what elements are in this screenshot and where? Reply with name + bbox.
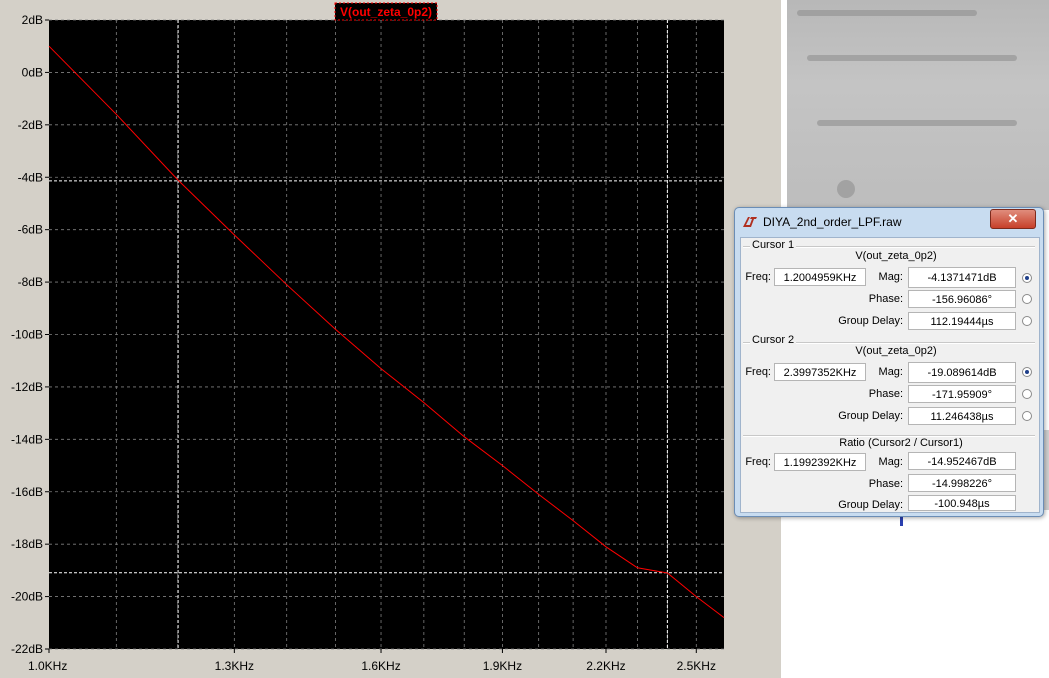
cursor2-trace-name: V(out_zeta_0p2) <box>855 345 937 357</box>
ratio-freq-label: Freq: <box>745 456 771 468</box>
y-tick-label: -2dB <box>18 118 43 132</box>
y-tick-label: -6dB <box>18 223 43 237</box>
dialog-title: DIYA_2nd_order_LPF.raw <box>763 215 902 229</box>
ratio-gd-label: Group Delay: <box>838 499 903 511</box>
cursor1-mag-label: Mag: <box>878 271 903 283</box>
x-tick-label: 1.3KHz <box>215 659 254 673</box>
cursor2-gd-radio[interactable] <box>1022 411 1032 421</box>
background-photo <box>787 0 1049 210</box>
trace-label[interactable]: V(out_zeta_0p2) <box>340 5 432 19</box>
cursor1-gd-field[interactable]: 112.19444µs <box>908 312 1016 330</box>
ratio-title: Ratio (Cursor2 / Cursor1) <box>839 437 963 449</box>
cursor2-mag-field[interactable]: -19.089614dB <box>908 362 1016 383</box>
cursor1-phase-field[interactable]: -156.96086° <box>908 290 1016 308</box>
y-tick-label: 2dB <box>22 13 43 27</box>
cursor1-phase-label: Phase: <box>868 293 903 305</box>
ratio-freq-field[interactable]: 1.1992392KHz <box>774 453 866 471</box>
ratio-phase-label: Phase: <box>868 478 903 490</box>
cursor2-gd-field[interactable]: 11.246438µs <box>908 407 1016 425</box>
y-axis-ticks: 2dB 0dB -2dB -4dB -6dB -8dB -10dB -12dB -14dB -16… <box>11 13 49 656</box>
cursor2-freq-label: Freq: <box>745 366 771 378</box>
cursor-dialog: DIYA_2nd_order_LPF.raw ✕ Cursor 1 V(out_… <box>734 207 1044 517</box>
cursor1-trace-name: V(out_zeta_0p2) <box>855 250 937 262</box>
y-tick-label: 0dB <box>22 65 43 79</box>
y-tick-label: -4dB <box>18 170 43 184</box>
cursor2-title: Cursor 2 <box>750 334 797 346</box>
cursor1-gd-radio[interactable] <box>1022 316 1032 326</box>
cursor1-gd-label: Group Delay: <box>838 315 903 327</box>
x-tick-label: 1.6KHz <box>361 659 400 673</box>
dialog-titlebar[interactable]: DIYA_2nd_order_LPF.raw ✕ <box>735 208 1043 236</box>
bode-plot[interactable]: 2dB 0dB -2dB -4dB -6dB -8dB -10dB -12dB -14dB -16… <box>0 0 781 678</box>
cursor2-mag-label: Mag: <box>878 366 903 378</box>
ratio-mag-field[interactable]: -14.952467dB <box>908 452 1016 470</box>
ratio-phase-field[interactable]: -14.998226° <box>908 474 1016 492</box>
cursor2-phase-field[interactable]: -171.95909° <box>908 385 1016 403</box>
ratio-gd-field[interactable]: -100.948µs <box>908 495 1016 511</box>
y-tick-label: -22dB <box>11 642 43 656</box>
y-tick-label: -20dB <box>11 590 43 604</box>
y-tick-label: -10dB <box>11 328 43 342</box>
cursor1-mag-radio[interactable] <box>1022 273 1032 283</box>
x-axis-ticks: 1.0KHz 1.3KHz 1.6KHz 1.9KHz 2.2KHz 2.5KHz <box>28 649 716 673</box>
y-tick-label: -12dB <box>11 380 43 394</box>
cursor1-title: Cursor 1 <box>750 239 797 251</box>
y-tick-label: -14dB <box>11 432 43 446</box>
cursor1-phase-radio[interactable] <box>1022 294 1032 304</box>
x-tick-label: 2.2KHz <box>586 659 625 673</box>
cursor1-freq-label: Freq: <box>745 271 771 283</box>
x-tick-label: 1.9KHz <box>483 659 522 673</box>
cursor2-freq-field[interactable]: 2.3997352KHz <box>774 363 866 381</box>
y-tick-label: -8dB <box>18 275 43 289</box>
ratio-mag-label: Mag: <box>878 456 903 468</box>
ltspice-logo-icon <box>743 217 757 227</box>
cursor2-phase-label: Phase: <box>868 388 903 400</box>
waveform-viewer: 2dB 0dB -2dB -4dB -6dB -8dB -10dB -12dB -14dB -16… <box>0 0 781 678</box>
x-tick-label: 2.5KHz <box>677 659 716 673</box>
cursor2-phase-radio[interactable] <box>1022 389 1032 399</box>
cursor1-mag-field[interactable]: -4.1371471dB <box>908 267 1016 288</box>
x-tick-label: 1.0KHz <box>28 659 67 673</box>
dialog-body: Cursor 1 V(out_zeta_0p2) Freq: 1.2004959… <box>740 237 1040 513</box>
close-button[interactable]: ✕ <box>990 209 1036 229</box>
y-tick-label: -18dB <box>11 537 43 551</box>
cursor1-freq-field[interactable]: 1.2004959KHz <box>774 268 866 286</box>
cursor2-mag-radio[interactable] <box>1022 367 1032 377</box>
cursor2-gd-label: Group Delay: <box>838 410 903 422</box>
y-tick-label: -16dB <box>11 485 43 499</box>
